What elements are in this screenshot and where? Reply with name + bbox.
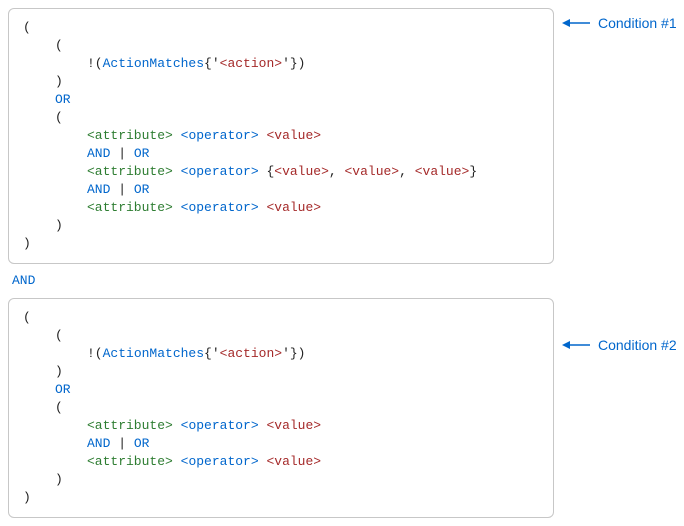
value-ph: <value> — [266, 200, 321, 215]
annotation-condition-2: Condition #2 — [562, 336, 677, 354]
close-paren: ) — [298, 56, 306, 71]
paren-open: ( — [55, 328, 63, 343]
paren-open: ( — [23, 20, 31, 35]
code-line: !(ActionMatches{'<action>'}) — [23, 345, 543, 363]
close-paren: ) — [298, 346, 306, 361]
action-matches: ActionMatches — [103, 346, 204, 361]
quote-close: '} — [282, 56, 298, 71]
between-and: AND — [12, 273, 35, 288]
code-line: AND | OR — [23, 181, 543, 199]
code-line: <attribute> <operator> <value> — [23, 417, 543, 435]
code-line: ) — [23, 235, 543, 253]
attribute-ph: <attribute> — [87, 128, 173, 143]
paren-close: ) — [55, 74, 63, 89]
paren-open: ( — [55, 400, 63, 415]
code-line: ( — [23, 309, 543, 327]
paren-close: ) — [23, 236, 31, 251]
operator-ph: <operator> — [181, 164, 259, 179]
attribute-ph: <attribute> — [87, 200, 173, 215]
operator-ph: <operator> — [181, 454, 259, 469]
action-ph: <action> — [220, 346, 282, 361]
value-ph: <value> — [274, 164, 329, 179]
quote-close: '} — [282, 346, 298, 361]
pipe: | — [118, 436, 126, 451]
or-kw: OR — [55, 382, 71, 397]
code-line: ( — [23, 19, 543, 37]
code-line: AND | OR — [23, 145, 543, 163]
comma: , — [329, 164, 345, 179]
between-operator-row: AND — [12, 272, 684, 290]
value-ph: <value> — [415, 164, 470, 179]
comma: , — [399, 164, 415, 179]
value-ph: <value> — [266, 418, 321, 433]
code-line: ( — [23, 37, 543, 55]
operator-ph: <operator> — [181, 128, 259, 143]
code-box-condition-1: ( ( !(ActionMatches{'<action>'}) ) OR ( … — [8, 8, 554, 264]
code-line: <attribute> <operator> <value> — [23, 199, 543, 217]
paren-open: ( — [23, 310, 31, 325]
annotation-condition-1: Condition #1 — [562, 14, 677, 32]
brace-close: } — [469, 164, 477, 179]
code-line: AND | OR — [23, 435, 543, 453]
code-box-condition-2: ( ( !(ActionMatches{'<action>'}) ) OR ( … — [8, 298, 554, 518]
operator-ph: <operator> — [181, 200, 259, 215]
paren-close: ) — [55, 472, 63, 487]
code-line: <attribute> <operator> {<value>, <value>… — [23, 163, 543, 181]
paren-close: ) — [55, 218, 63, 233]
value-ph: <value> — [266, 128, 321, 143]
action-ph: <action> — [220, 56, 282, 71]
code-line: !(ActionMatches{'<action>'}) — [23, 55, 543, 73]
code-line: ( — [23, 109, 543, 127]
pipe: | — [118, 146, 126, 161]
code-line: OR — [23, 91, 543, 109]
paren-open: ( — [55, 110, 63, 125]
and-kw: AND — [87, 182, 110, 197]
arrow-left-icon — [562, 17, 590, 29]
code-line: ( — [23, 327, 543, 345]
code-line: <attribute> <operator> <value> — [23, 127, 543, 145]
paren-open: ( — [55, 38, 63, 53]
paren-close: ) — [23, 490, 31, 505]
code-line: ) — [23, 73, 543, 91]
action-matches: ActionMatches — [103, 56, 204, 71]
annotation-label-1: Condition #1 — [598, 14, 677, 32]
paren-close: ) — [55, 364, 63, 379]
code-line: OR — [23, 381, 543, 399]
arrow-left-icon — [562, 339, 590, 351]
attribute-ph: <attribute> — [87, 454, 173, 469]
or-kw: OR — [134, 436, 150, 451]
or-kw: OR — [55, 92, 71, 107]
operator-ph: <operator> — [181, 418, 259, 433]
not-open: !( — [87, 56, 103, 71]
value-ph: <value> — [266, 454, 321, 469]
value-ph: <value> — [345, 164, 400, 179]
page-root: Condition #1 Condition #2 ( ( !(ActionMa… — [0, 0, 684, 526]
code-line: ) — [23, 363, 543, 381]
code-line: <attribute> <operator> <value> — [23, 453, 543, 471]
or-kw: OR — [134, 182, 150, 197]
or-kw: OR — [134, 146, 150, 161]
code-line: ) — [23, 217, 543, 235]
attribute-ph: <attribute> — [87, 418, 173, 433]
pipe: | — [118, 182, 126, 197]
and-kw: AND — [87, 436, 110, 451]
attribute-ph: <attribute> — [87, 164, 173, 179]
code-line: ( — [23, 399, 543, 417]
not-open: !( — [87, 346, 103, 361]
quote-open: {' — [204, 56, 220, 71]
annotation-label-2: Condition #2 — [598, 336, 677, 354]
and-kw: AND — [87, 146, 110, 161]
code-line: ) — [23, 489, 543, 507]
quote-open: {' — [204, 346, 220, 361]
code-line: ) — [23, 471, 543, 489]
